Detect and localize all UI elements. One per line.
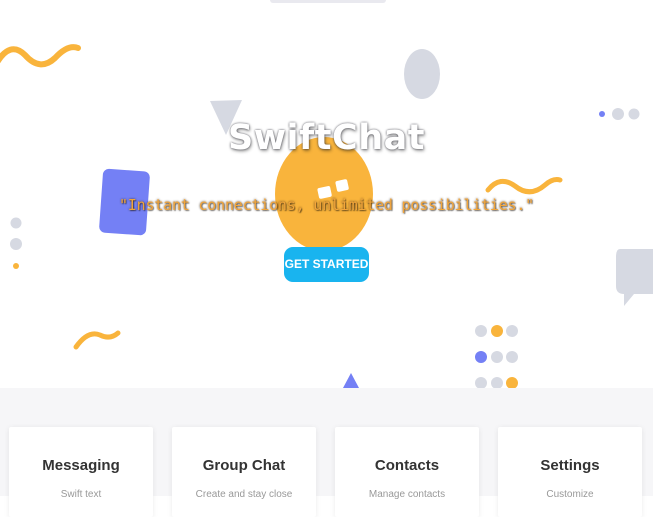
dot-yellow-left xyxy=(13,263,19,269)
tagline: "Instant connections, unlimited possibil… xyxy=(118,196,535,214)
squiggle-bottom-left xyxy=(73,330,121,350)
hero-section: SwiftChat "Instant connections, unlimite… xyxy=(0,0,653,388)
feature-card-group-chat[interactable]: Group Chat Create and stay close xyxy=(172,427,316,517)
get-started-button[interactable]: GET STARTED xyxy=(284,247,369,282)
dot-grid xyxy=(475,325,518,388)
brand-title: SwiftChat xyxy=(228,118,425,158)
oval-gray-top xyxy=(404,49,440,99)
squiggle-top-left xyxy=(0,44,81,68)
feature-description: Customize xyxy=(546,489,594,500)
feature-title: Contacts xyxy=(374,457,440,474)
squiggle-right xyxy=(485,177,563,195)
feature-description: Swift text xyxy=(60,489,102,500)
feature-title: Group Chat xyxy=(202,457,286,474)
feature-title: Settings xyxy=(540,457,600,474)
feature-card-settings[interactable]: Settings Customize xyxy=(498,427,642,517)
feature-card-messaging[interactable]: Messaging Swift text xyxy=(9,427,153,517)
decorative-shapes xyxy=(0,44,653,388)
feature-title: Messaging xyxy=(42,457,120,474)
chat-bubble-gray-right xyxy=(616,249,653,306)
triangle-purple xyxy=(343,373,359,388)
feature-card-contacts[interactable]: Contacts Manage contacts xyxy=(335,427,479,517)
feature-description: Create and stay close xyxy=(195,489,293,500)
dot-gray-left-1 xyxy=(10,217,22,229)
dot-gray-left-2 xyxy=(10,238,22,250)
dot-purple-small-right xyxy=(599,111,605,117)
feature-description: Manage contacts xyxy=(368,489,446,500)
